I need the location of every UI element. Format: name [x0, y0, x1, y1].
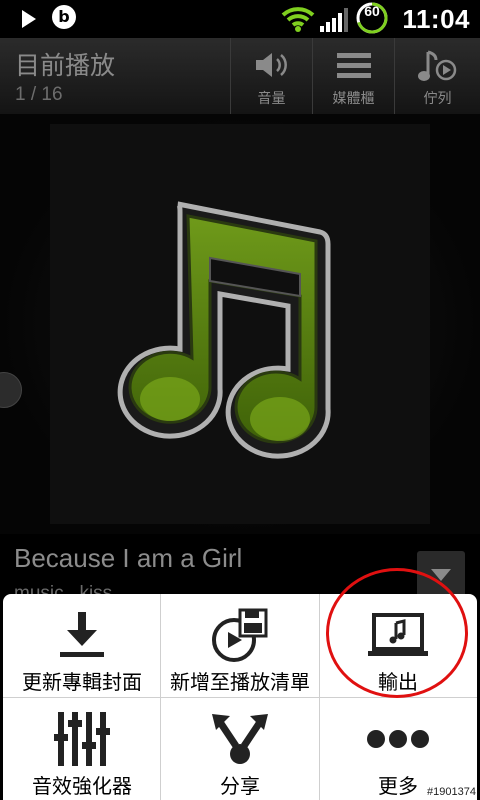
music-note-icon — [117, 201, 331, 459]
battery-level: 60 — [364, 3, 380, 19]
album-art[interactable] — [50, 124, 430, 524]
share-icon — [212, 714, 268, 764]
beats-icon: b — [52, 5, 76, 29]
previous-panel-handle[interactable] — [0, 372, 22, 408]
track-position: 1 / 16 — [15, 84, 63, 105]
menu-item-label: 音效強化器 — [32, 774, 132, 798]
now-playing-header: 目前播放 1 / 16 音量 媒體櫃 佇列 — [0, 38, 480, 115]
signal-icon — [320, 8, 348, 32]
menu-item-sound-enhancer[interactable]: 音效強化器 — [3, 698, 161, 800]
page-title: 目前播放 — [15, 51, 116, 80]
menu-item-share[interactable]: 分享 — [161, 698, 319, 800]
play-icon — [22, 10, 36, 28]
menu-item-label: 分享 — [220, 774, 260, 798]
speaker-icon — [255, 53, 287, 77]
highlight-circle — [326, 568, 468, 698]
menu-item-add-to-playlist[interactable]: 新增至播放清單 — [161, 594, 319, 697]
queue-label: 佇列 — [423, 91, 452, 107]
volume-button[interactable]: 音量 — [230, 38, 312, 114]
menu-item-update-album-art[interactable]: 更新專輯封面 — [3, 594, 161, 697]
status-bar: b 60 11:04 — [0, 0, 480, 38]
wifi-icon — [281, 7, 315, 32]
menu-item-label: 更新專輯封面 — [22, 670, 142, 694]
equalizer-icon — [54, 712, 110, 766]
menu-item-more[interactable]: 更多 — [319, 698, 477, 800]
watermark: #1901374 — [427, 786, 476, 798]
library-button[interactable]: 媒體櫃 — [312, 38, 394, 114]
queue-icon — [417, 50, 456, 81]
queue-button[interactable]: 佇列 — [394, 38, 480, 114]
song-title: Because I am a Girl — [14, 543, 243, 573]
artwork-area — [0, 114, 480, 534]
clock: 11:04 — [402, 4, 470, 34]
download-icon — [60, 612, 104, 657]
more-icon — [367, 730, 429, 748]
add-to-playlist-icon — [212, 608, 268, 662]
menu-item-label: 新增至播放清單 — [170, 670, 310, 694]
library-label: 媒體櫃 — [332, 91, 375, 107]
library-icon — [336, 53, 371, 78]
volume-label: 音量 — [257, 91, 286, 107]
